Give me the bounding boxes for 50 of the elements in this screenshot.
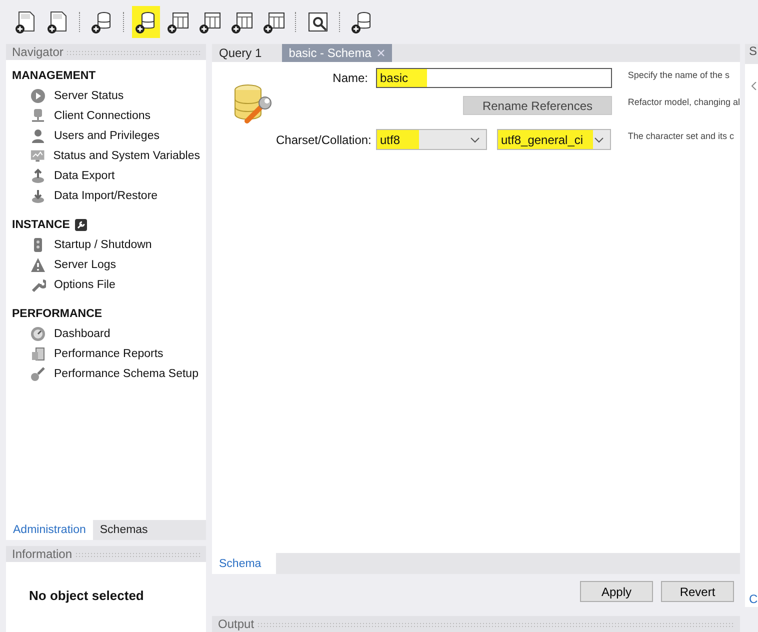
action-button[interactable]: Revert: [661, 581, 734, 602]
navigator-item[interactable]: Server Logs: [54, 259, 116, 271]
navigator-item[interactable]: Options File: [54, 279, 116, 291]
panel-title: Output: [218, 617, 254, 632]
panel-tab[interactable]: Administration: [6, 520, 93, 540]
collation-dropdown[interactable]: utf8_general_ci: [497, 129, 611, 150]
name-field[interactable]: basic: [376, 68, 612, 88]
empty-message: No object selected: [29, 588, 144, 603]
chevron-down-icon: [594, 136, 604, 143]
section-heading: MANAGEMENT: [12, 70, 96, 82]
wrench-icon: [74, 219, 87, 231]
chevron-down-icon: [470, 136, 480, 143]
search-table-icon[interactable]: [306, 10, 330, 34]
play-icon: [30, 88, 46, 104]
wrench-icon: [30, 277, 46, 293]
gauge-icon: [30, 326, 46, 342]
navigator-item[interactable]: Server Status: [54, 90, 124, 102]
navigator-item[interactable]: Dashboard: [54, 328, 110, 340]
panel-link[interactable]: C: [749, 592, 758, 606]
navigator-item[interactable]: Performance Reports: [54, 348, 164, 360]
navigator-item[interactable]: Users and Privileges: [54, 130, 160, 142]
warning-icon: [30, 257, 46, 273]
section-heading: PERFORMANCE: [12, 308, 102, 320]
section-heading: INSTANCE: [12, 219, 70, 231]
action-button[interactable]: Apply: [580, 581, 653, 602]
field-label: Charset/Collation:: [276, 132, 368, 147]
add-table-icon[interactable]: [166, 10, 190, 34]
hint-text: Refactor model, changing al: [628, 96, 740, 109]
charset-dropdown[interactable]: utf8: [376, 129, 487, 150]
navigator-item[interactable]: Status and System Variables: [53, 150, 200, 162]
reports-icon: [30, 346, 46, 362]
hint-text: Specify the name of the s: [628, 70, 730, 82]
panel-title: Information: [12, 547, 72, 561]
panel-title: S: [749, 44, 758, 58]
navigator-item[interactable]: Data Import/Restore: [54, 190, 158, 202]
panel-title: Navigator: [12, 45, 64, 59]
editor-tab[interactable]: Query 1: [212, 44, 282, 62]
user-icon: [30, 128, 46, 144]
navigator-item[interactable]: Data Export: [54, 170, 115, 182]
upload-icon: [30, 168, 46, 184]
field-label: Name:: [332, 70, 368, 85]
editor-tab[interactable]: Schema: [212, 553, 276, 574]
arrow-left-icon[interactable]: [751, 82, 757, 90]
navigator-item[interactable]: Client Connections: [54, 110, 151, 122]
navigator-item[interactable]: Performance Schema Setup: [54, 368, 198, 380]
navigator-item[interactable]: Startup / Shutdown: [54, 239, 152, 251]
monitor-icon: [30, 148, 46, 164]
rename-button[interactable]: Rename References: [463, 96, 612, 116]
hint-text: The character set and its c: [628, 130, 735, 143]
download-icon: [30, 188, 46, 204]
